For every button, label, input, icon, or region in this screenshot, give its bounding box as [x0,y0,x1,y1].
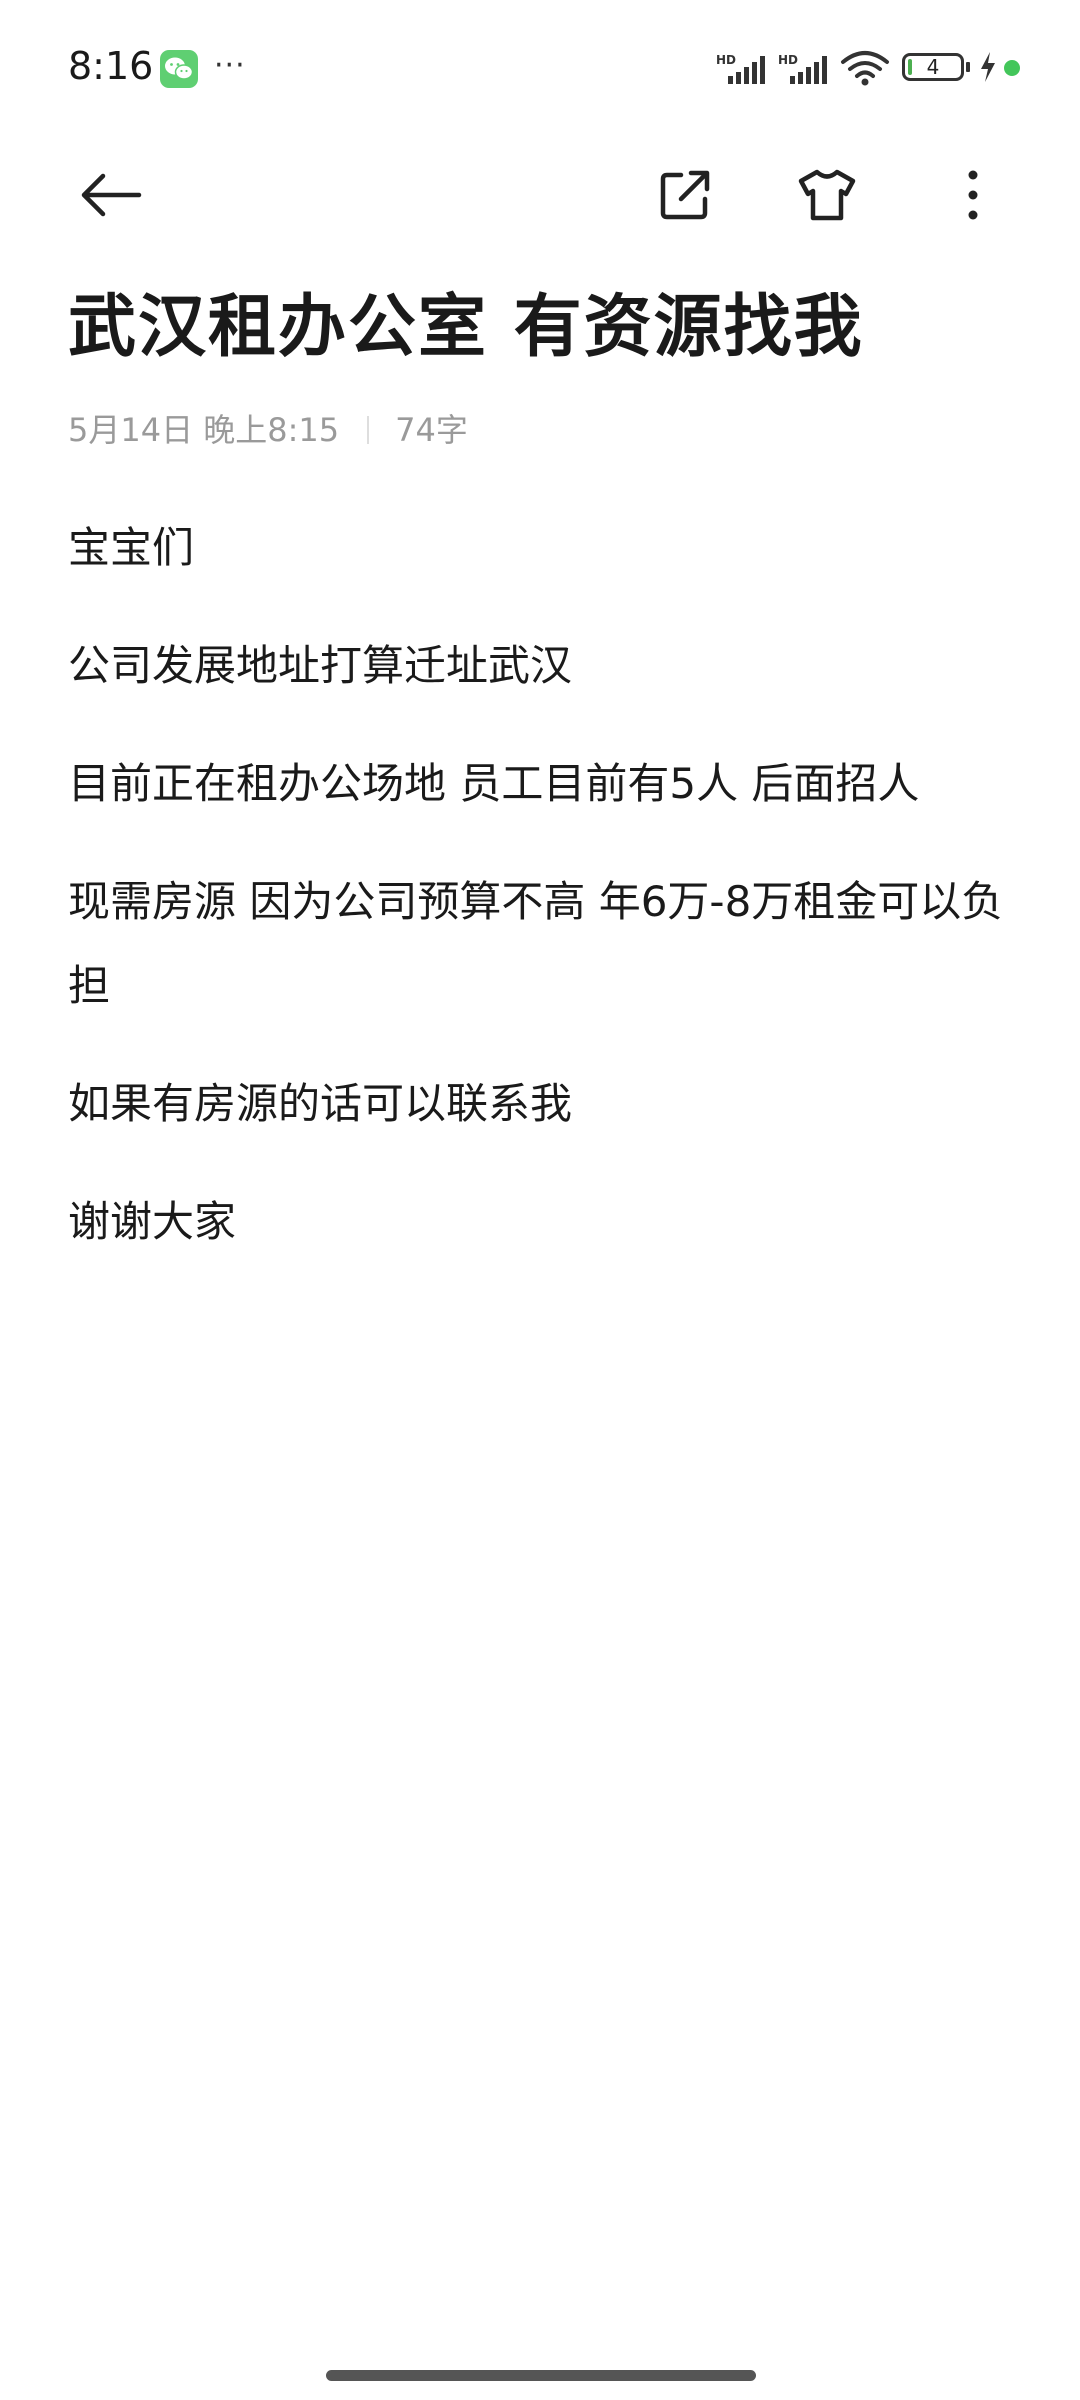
shirt-icon [798,169,856,221]
note-body[interactable]: 宝宝们 公司发展地址打算迁址武汉 目前正在租办公场地 员工目前有5人 后面招人 … [68,506,1018,1264]
battery-icon: 4 [902,53,964,81]
status-time: 8:16 [68,44,154,88]
battery-level-text: 4 [926,55,940,79]
wifi-icon [840,50,890,90]
note-title[interactable]: 武汉租办公室 有资源找我 [68,280,1018,376]
meta-divider [367,416,370,444]
network-type-label: HD [716,53,736,67]
charging-bolt-icon [978,50,998,88]
more-notifications-icon: ··· [214,48,246,83]
status-bar: 8:16 ··· HD HD 4 [0,0,1080,140]
privacy-indicator-dot [1004,60,1020,76]
note-paragraph[interactable]: 目前正在租办公场地 员工目前有5人 后面招人 [68,742,1018,826]
note-paragraph[interactable]: 现需房源 因为公司预算不高 年6万-8万租金可以负担 [68,860,1018,1028]
signal-strength-icon: HD [716,52,770,90]
note-meta: 5月14日 晚上8:15 74字 [68,406,1018,454]
note-date: 5月14日 晚上8:15 [68,411,340,449]
battery-cap [966,62,970,72]
home-indicator[interactable] [326,2370,756,2381]
share-button[interactable] [640,150,730,240]
wechat-notification-icon [160,50,198,88]
more-options-button[interactable] [928,150,1018,240]
back-arrow-icon [81,173,142,217]
note-paragraph[interactable]: 宝宝们 [68,506,1018,590]
share-icon [660,170,710,220]
note-char-count: 74字 [395,411,468,449]
theme-button[interactable] [782,150,872,240]
signal-strength-icon: HD [778,52,832,90]
note-paragraph[interactable]: 如果有房源的话可以联系我 [68,1062,1018,1146]
more-vertical-icon [968,170,978,220]
note-content: 武汉租办公室 有资源找我 5月14日 晚上8:15 74字 宝宝们 公司发展地址… [68,280,1018,1298]
note-paragraph[interactable]: 谢谢大家 [68,1180,1018,1264]
back-button[interactable] [66,150,156,240]
network-type-label: HD [778,53,798,67]
note-toolbar [0,140,1080,250]
note-paragraph[interactable]: 公司发展地址打算迁址武汉 [68,624,1018,708]
